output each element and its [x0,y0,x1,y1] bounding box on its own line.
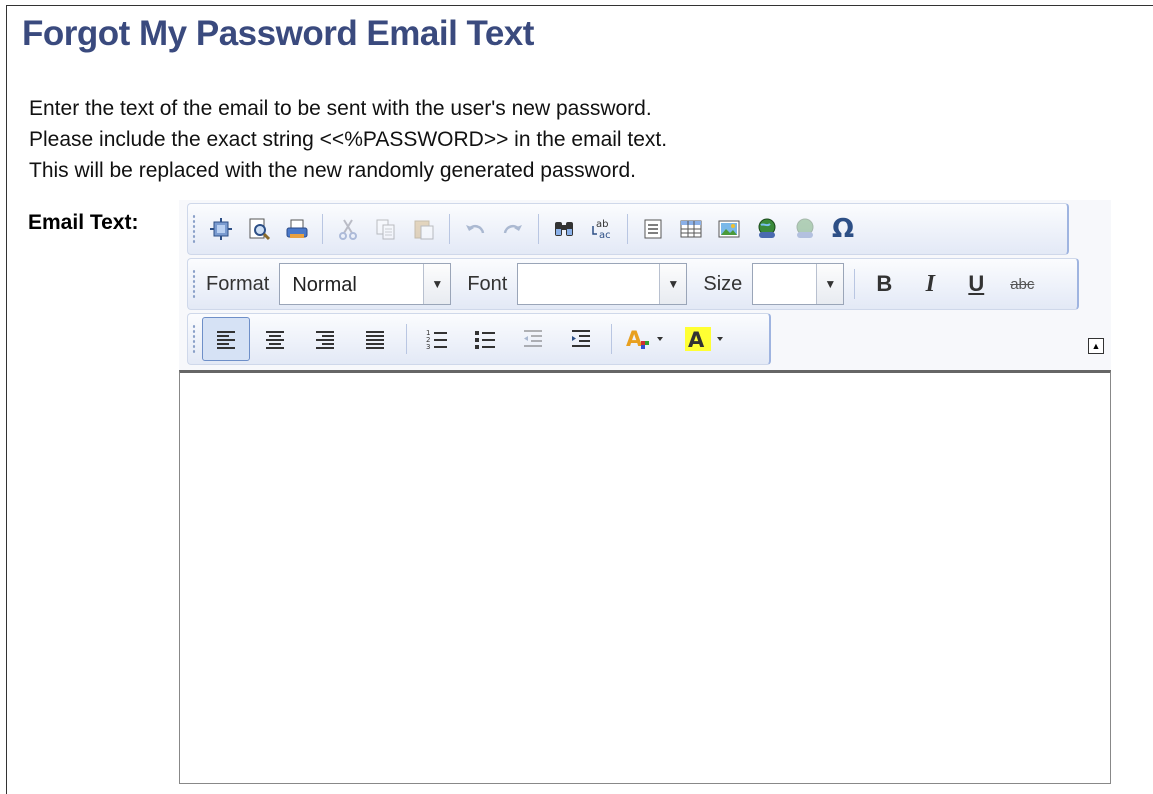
print-icon[interactable] [278,210,316,248]
instruction-line-3: This will be replaced with the new rando… [29,159,636,182]
numbered-list-icon[interactable]: 123 [413,320,461,358]
toolbar-separator [611,324,612,354]
toolbar-grip[interactable] [192,269,196,299]
font-select[interactable]: ▼ [517,263,688,305]
toolbar-separator [406,324,407,354]
editor-toolbar: ab ac Ω Format Normal ▼ Font ▼ Size ▼ B … [179,200,1111,370]
toolbar-row-2: Format Normal ▼ Font ▼ Size ▼ B I U abc [187,258,1079,310]
underline-icon: U [968,271,985,296]
instruction-line-1: Enter the text of the email to be sent w… [29,97,652,120]
italic-icon: I [925,270,935,297]
table-icon[interactable] [672,210,710,248]
toolbar-grip[interactable] [192,214,196,244]
toolbar-row-3: 123 A A [187,313,771,365]
align-left-icon[interactable] [202,317,250,361]
align-center-icon[interactable] [250,320,300,358]
horizontal-rule-icon[interactable] [634,210,672,248]
toolbar-row-1: ab ac Ω [187,203,1069,255]
italic-button[interactable]: I [907,265,953,303]
toolbar-grip[interactable] [192,324,196,354]
copy-icon[interactable] [367,210,405,248]
unlink-icon[interactable] [786,210,824,248]
image-icon[interactable] [710,210,748,248]
size-label: Size [703,272,743,295]
rich-text-editor: ab ac Ω Format Normal ▼ Font ▼ Size ▼ B … [179,200,1111,784]
svg-text:ab: ab [596,219,608,230]
bg-color-icon[interactable]: A [678,320,738,358]
undo-icon[interactable] [456,210,494,248]
format-select[interactable]: Normal ▼ [279,263,452,305]
source-icon[interactable] [202,210,240,248]
chevron-down-icon[interactable]: ▼ [816,264,844,304]
toolbar-separator [538,214,539,244]
strikethrough-icon: abc [1010,275,1035,293]
font-value [518,264,659,304]
size-select[interactable]: ▼ [752,263,845,305]
outdent-icon[interactable] [509,320,557,358]
collapse-toolbar-button[interactable]: ▲ [1088,338,1104,354]
align-right-icon[interactable] [300,320,350,358]
replace-icon[interactable]: ab ac [583,210,621,248]
preview-icon[interactable] [240,210,278,248]
text-color-icon[interactable]: A [618,320,678,358]
toolbar-separator [627,214,628,244]
chevron-down-icon[interactable]: ▼ [659,264,687,304]
email-text-label: Email Text: [28,211,139,234]
svg-text:A: A [626,327,643,351]
special-char-icon[interactable]: Ω [824,210,862,248]
svg-text:ac: ac [599,230,611,241]
toolbar-separator [449,214,450,244]
bullet-list-icon[interactable] [461,320,509,358]
bold-button[interactable]: B [861,265,907,303]
font-label: Font [467,272,508,295]
bold-icon: B [876,271,893,296]
toolbar-separator [854,269,856,299]
instruction-line-2: Please include the exact string <<%PASSW… [29,128,668,151]
toolbar-separator [322,214,323,244]
underline-button[interactable]: U [953,265,999,303]
paste-icon[interactable] [405,210,443,248]
justify-icon[interactable] [350,320,400,358]
strikethrough-button[interactable]: abc [999,265,1045,303]
find-icon[interactable] [545,210,583,248]
format-value: Normal [292,274,357,296]
indent-icon[interactable] [557,320,605,358]
chevron-down-icon[interactable]: ▼ [423,264,451,304]
format-label: Format [206,272,270,295]
cut-icon[interactable] [329,210,367,248]
link-icon[interactable] [748,210,786,248]
redo-icon[interactable] [494,210,532,248]
email-text-editor-area[interactable] [179,370,1111,784]
svg-text:3: 3 [426,343,430,351]
size-value [753,264,816,304]
page-title: Forgot My Password Email Text [22,14,534,53]
instructions: Enter the text of the email to be sent w… [29,93,667,186]
svg-text:A: A [688,328,705,352]
